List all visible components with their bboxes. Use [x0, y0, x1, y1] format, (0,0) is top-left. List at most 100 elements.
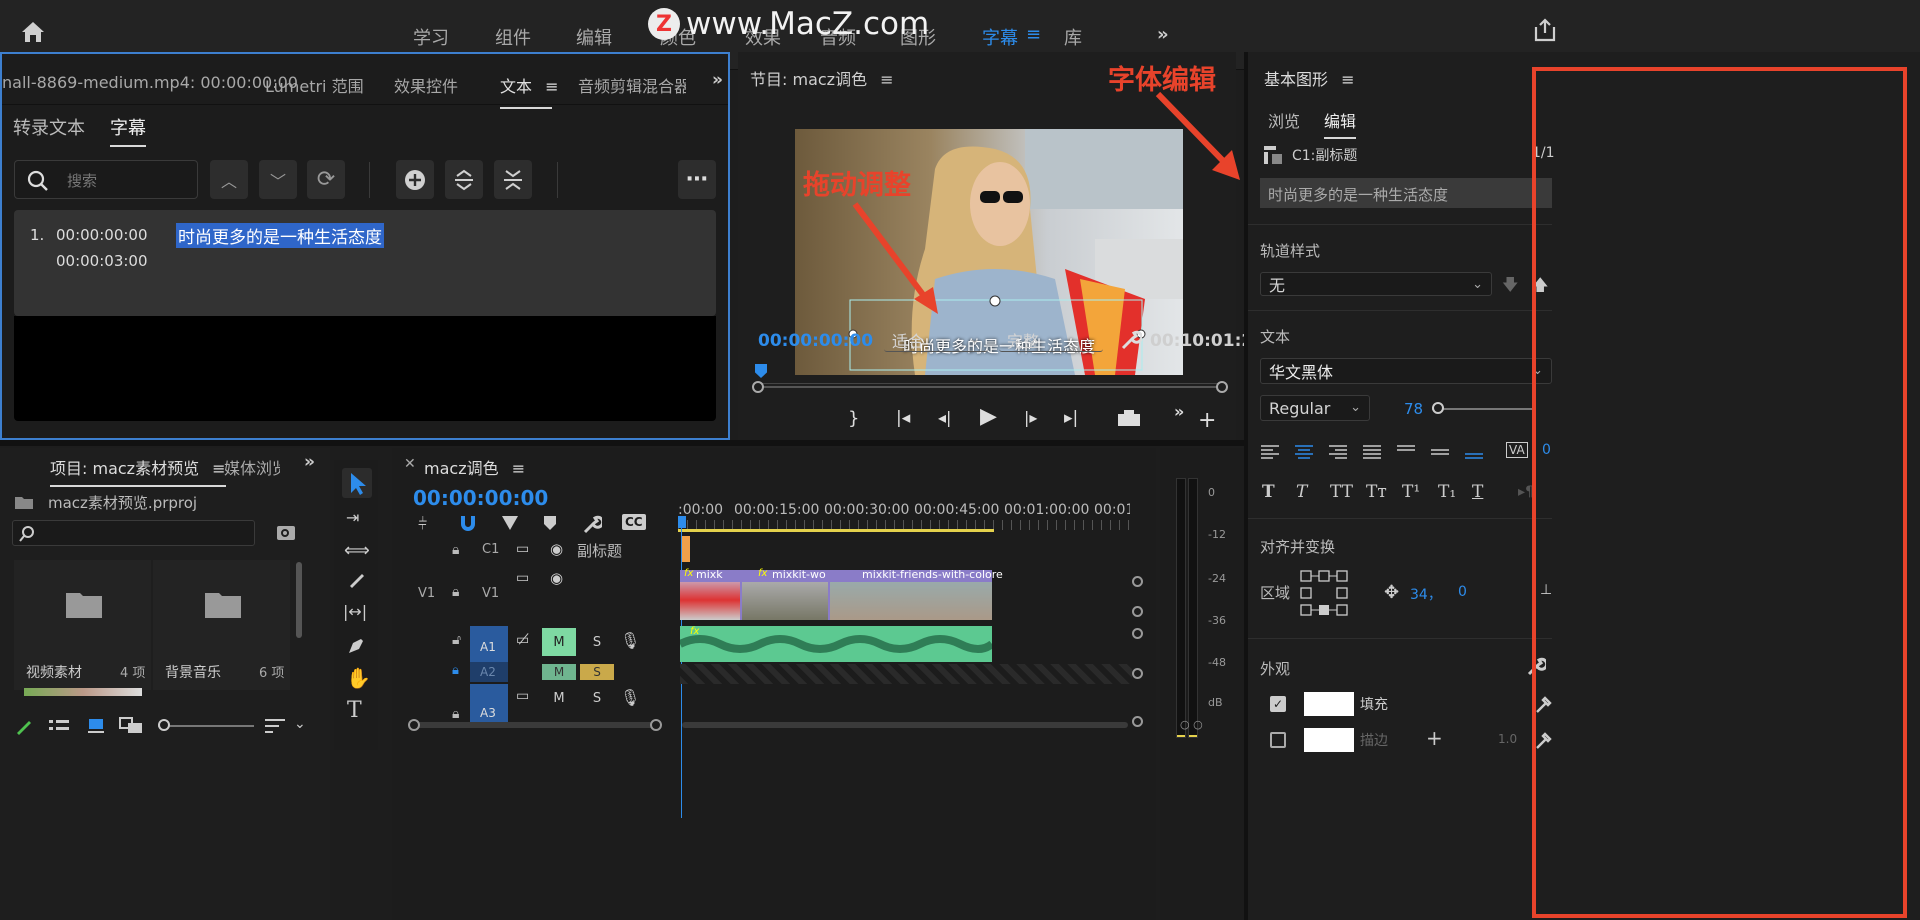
scroll-handle-right[interactable] [650, 719, 662, 731]
sync-lock-icon[interactable]: ▭̸ [516, 632, 529, 648]
ripple-edit-tool-icon[interactable]: ⟺ [344, 540, 370, 561]
caption-search-field[interactable]: 搜索 [14, 160, 198, 199]
workspace-tab-captions[interactable]: 字幕 [982, 24, 1018, 50]
sync-icon[interactable]: ▭ [516, 541, 529, 557]
pencil-icon[interactable] [14, 716, 34, 736]
merge-caption-button[interactable] [494, 160, 532, 199]
lock-icon[interactable]: 🔓︎ [452, 632, 461, 648]
vertical-zoom-handle[interactable] [1132, 628, 1143, 639]
snap-magnet-icon[interactable] [458, 514, 478, 532]
program-ruler[interactable] [758, 374, 1222, 384]
mute-button-a1[interactable]: M [542, 628, 576, 656]
caption-text-field[interactable]: 时尚更多的是一种生活态度 [1260, 178, 1552, 208]
caption-out-time[interactable]: 00:00:03:00 [56, 252, 148, 270]
font-size-value[interactable]: 78 [1404, 400, 1423, 418]
zoom-handle-right[interactable] [1216, 381, 1228, 393]
next-caption-button[interactable]: ﹀ [259, 160, 297, 199]
project-search-field[interactable] [12, 520, 255, 546]
type-tool-icon[interactable]: T [347, 698, 362, 723]
eye-icon[interactable]: ◉ [550, 569, 563, 587]
sync-icon[interactable]: ▭ [516, 570, 529, 586]
program-timecode[interactable]: 00:00:00:00 [758, 331, 873, 351]
horizontal-scrollbar[interactable] [414, 722, 658, 728]
pen-tool-icon[interactable] [346, 636, 366, 656]
linked-selection-icon[interactable] [500, 514, 520, 532]
list-view-icon[interactable] [48, 718, 70, 736]
track-style-dropdown[interactable]: 无 ⌄ [1260, 272, 1492, 296]
bin-background-music[interactable]: 背景音乐 6 项 [153, 560, 290, 690]
zoom-handle-left[interactable] [752, 381, 764, 393]
microphone-icon[interactable]: 🎙︎ [620, 688, 640, 707]
stroke-width-value[interactable]: 1.0 [1498, 732, 1517, 746]
font-size-slider-thumb[interactable] [1432, 402, 1444, 414]
solo-button-a1[interactable]: S [580, 628, 614, 656]
workspace-menu-icon[interactable]: ≡ [1026, 24, 1041, 45]
font-weight-dropdown[interactable]: Regular ⌄ [1260, 395, 1370, 421]
track-select-tool-icon[interactable]: ⇥ [346, 508, 359, 527]
mark-out-button[interactable]: } [848, 408, 859, 429]
all-caps-button[interactable]: TT [1330, 482, 1353, 502]
timeline-playhead-head[interactable] [678, 516, 686, 528]
tab-lumetri-scopes[interactable]: Lumetri 范围 [265, 73, 364, 97]
freeform-view-icon[interactable] [118, 716, 144, 736]
workspace-tab-editing[interactable]: 编辑 [576, 24, 612, 50]
prev-caption-button[interactable]: ︿ [210, 160, 248, 199]
panel-menu-icon[interactable]: ≡ [545, 77, 558, 96]
icon-view-icon[interactable] [86, 716, 106, 736]
solo-button-a2[interactable]: S [580, 664, 614, 680]
small-caps-button[interactable]: Tт [1366, 482, 1387, 502]
lock-icon[interactable]: 🔒︎ [452, 542, 459, 558]
add-caption-button[interactable] [396, 160, 434, 199]
subtab-transcript[interactable]: 转录文本 [13, 114, 85, 140]
zoom-slider[interactable] [158, 725, 254, 727]
align-right-icon[interactable] [1328, 444, 1348, 460]
hand-tool-icon[interactable]: ✋ [346, 666, 371, 690]
audio-clip[interactable]: fx [680, 626, 992, 662]
caption-text[interactable]: 时尚更多的是一种生活态度 [176, 223, 384, 248]
align-left-icon[interactable] [1260, 444, 1280, 460]
panel-menu-icon[interactable]: ≡ [1341, 70, 1354, 89]
program-menu-icon[interactable]: ≡ [880, 70, 893, 89]
justify-icon[interactable] [1362, 444, 1382, 460]
caption-row[interactable]: 1. 00:00:00:00 00:00:03:00 时尚更多的是一种生活态度 [14, 210, 716, 316]
panel-menu-icon[interactable]: ≡ [512, 459, 525, 478]
scroll-handle-left[interactable] [408, 719, 420, 731]
tab-source[interactable]: nall-8869-medium.mp4: 00:00:00:00 [2, 73, 298, 92]
vertical-zoom-handle[interactable] [1132, 668, 1143, 679]
video-clip[interactable]: mixkit-friends-with-colore [830, 568, 1003, 620]
sort-icon[interactable] [264, 718, 286, 734]
project-scrollbar[interactable] [296, 562, 302, 638]
replace-caption-button[interactable]: ⟳ [307, 160, 345, 199]
source-patch[interactable]: V1 [418, 586, 435, 601]
add-marker-icon[interactable] [542, 514, 558, 532]
selection-tool[interactable] [342, 468, 372, 498]
slip-tool-icon[interactable]: |↔| [343, 602, 367, 621]
subtab-captions[interactable]: 字幕 [110, 114, 146, 147]
align-top-icon[interactable] [1396, 444, 1416, 460]
work-area-bar[interactable] [678, 529, 994, 532]
caption-in-time[interactable]: 00:00:00:00 [56, 226, 148, 244]
vertical-zoom-handle[interactable] [1132, 606, 1143, 617]
solo-button-a3[interactable]: S [580, 686, 614, 710]
zoom-slider-thumb[interactable] [158, 719, 170, 731]
microphone-icon[interactable]: 🎙︎ [620, 631, 640, 650]
panel-overflow-icon[interactable]: » [304, 452, 315, 472]
close-icon[interactable]: ✕ [404, 456, 416, 472]
workspace-tab-learn[interactable]: 学习 [413, 24, 449, 50]
captions-cc-icon[interactable]: CC [622, 514, 646, 530]
quality-dropdown[interactable]: 完整 ⌄ [999, 328, 1103, 352]
go-to-in-button[interactable]: |◂ [896, 408, 910, 428]
solo-meter-icon[interactable]: ○ ○ [1180, 718, 1203, 731]
source-patch-a1[interactable]: A1 [470, 626, 508, 666]
align-middle-icon[interactable] [1430, 444, 1450, 460]
stroke-checkbox[interactable] [1270, 732, 1286, 748]
step-forward-button[interactable]: |▸ [1024, 408, 1037, 427]
align-center-icon[interactable] [1294, 444, 1314, 460]
overflow-icon[interactable]: » [1157, 24, 1169, 45]
region-anchor-grid-icon[interactable] [1300, 570, 1348, 616]
tab-effect-controls[interactable]: 效果控件 [394, 73, 458, 97]
razor-tool-icon[interactable] [346, 570, 366, 590]
tab-media-browser[interactable]: 媒体浏览 [224, 455, 280, 479]
mute-button-a3[interactable]: M [542, 686, 576, 710]
media-thumbnail[interactable] [24, 688, 142, 696]
